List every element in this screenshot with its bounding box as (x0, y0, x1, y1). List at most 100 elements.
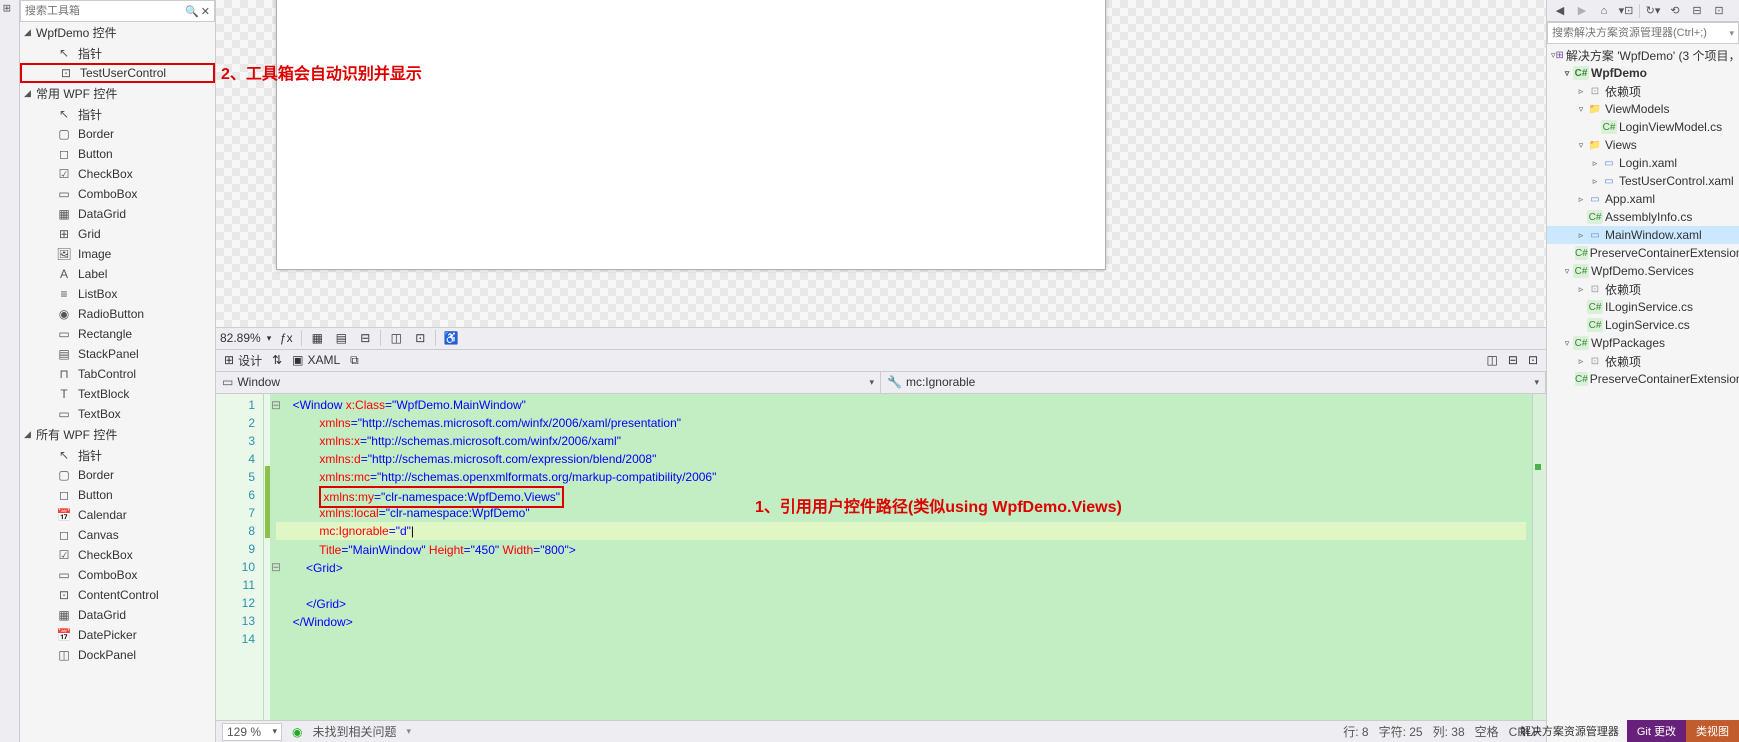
tree-item-loginservice-cs[interactable]: C#LoginService.cs (1547, 316, 1739, 334)
char-indicator[interactable]: 字符: 25 (1379, 723, 1423, 740)
toolbox-search-input[interactable] (25, 5, 185, 17)
git-changes-tab[interactable]: Git 更改 (1627, 720, 1686, 742)
toolbox-item-button[interactable]: ◻Button (20, 485, 215, 505)
toolbox-item-rectangle[interactable]: ▭Rectangle (20, 324, 215, 344)
popout-button[interactable]: ⧉ (350, 353, 359, 368)
grid-icon: ⊞ (56, 226, 72, 242)
tree-item-preservecontainerextension[interactable]: C#PreserveContainerExtension (1547, 370, 1739, 388)
toolbox-group-header[interactable]: ◢WpfDemo 控件 (20, 22, 215, 43)
snap-grid-icon[interactable]: ◫ (387, 329, 405, 347)
toolbox-item-calendar[interactable]: 📅Calendar (20, 505, 215, 525)
solution-search-input[interactable] (1552, 27, 1729, 39)
toolbox-item-checkbox[interactable]: ☑CheckBox (20, 545, 215, 565)
split-h-button[interactable]: ◫ (1487, 353, 1498, 367)
lock-icon[interactable]: ⊡ (411, 329, 429, 347)
toolbox-item-datagrid[interactable]: ▦DataGrid (20, 605, 215, 625)
class-view-tab[interactable]: 类视图 (1686, 720, 1739, 742)
tree-item-loginviewmodel-cs[interactable]: C#LoginViewModel.cs (1547, 118, 1739, 136)
toolbox-item-combobox[interactable]: ▭ComboBox (20, 565, 215, 585)
toolbox-item-canvas[interactable]: ◻Canvas (20, 525, 215, 545)
toolbox-item-指针[interactable]: ↖指针 (20, 104, 215, 124)
show-all-icon[interactable]: ⊡ (1710, 2, 1728, 20)
member-dropdown[interactable]: 🔧 mc:Ignorable ▾ (881, 372, 1546, 393)
toolbox-item-datepicker[interactable]: 📅DatePicker (20, 625, 215, 645)
home-icon[interactable]: ⌂ (1595, 2, 1613, 20)
tree-item-assemblyinfo-cs[interactable]: C#AssemblyInfo.cs (1547, 208, 1739, 226)
toolbox-item-textbox[interactable]: ▭TextBox (20, 404, 215, 424)
scope-dropdown[interactable]: ▭ Window ▾ (216, 372, 881, 393)
issues-text[interactable]: 未找到相关问题 (312, 723, 396, 740)
toolbox-group-header[interactable]: ◢常用 WPF 控件 (20, 83, 215, 104)
toolbox-item-datagrid[interactable]: ▦DataGrid (20, 204, 215, 224)
code-editor[interactable]: 1234567891011121314 ⊟⊟ <Window x:Class="… (216, 394, 1546, 721)
toolbox-item-指针[interactable]: ↖指针 (20, 445, 215, 465)
fwd-icon[interactable]: ▶ (1573, 2, 1591, 20)
toolbox-item-stackpanel[interactable]: ▤StackPanel (20, 344, 215, 364)
split-v-button[interactable]: ⊟ (1508, 353, 1518, 367)
back-icon[interactable]: ◀ (1551, 2, 1569, 20)
snap-icon[interactable]: ▤ (332, 329, 350, 347)
fx-button[interactable]: ƒx (277, 329, 295, 347)
toolbox-item-radiobutton[interactable]: ◉RadioButton (20, 304, 215, 324)
label-icon: A (56, 266, 72, 282)
indent-indicator[interactable]: 空格 (1475, 723, 1499, 740)
solution-search[interactable]: ▾ (1547, 22, 1739, 44)
toolbox-item-label[interactable]: ALabel (20, 264, 215, 284)
swap-panes-button[interactable]: ⇅ (272, 353, 282, 367)
collapse-all-icon[interactable]: ⊟ (1688, 2, 1706, 20)
tree-item--[interactable]: ▹⊡依赖项 (1547, 352, 1739, 370)
toolbox-group-header[interactable]: ◢所有 WPF 控件 (20, 424, 215, 445)
toolbox-item-combobox[interactable]: ▭ComboBox (20, 184, 215, 204)
solution-explorer-tab[interactable]: 解决方案资源管理器 (1512, 723, 1627, 739)
toolbox-item-指针[interactable]: ↖指针 (20, 43, 215, 63)
code-content[interactable]: <Window x:Class="WpfDemo.MainWindow" xml… (270, 394, 1532, 721)
toolbox-item-border[interactable]: ▢Border (20, 124, 215, 144)
solution-root[interactable]: ▿ ⊞ 解决方案 'WpfDemo' (3 个项目，共 (1547, 46, 1739, 64)
tree-item-login-xaml[interactable]: ▹▭Login.xaml (1547, 154, 1739, 172)
toolbox-search[interactable]: 🔍 ✕ (20, 0, 215, 22)
refresh-icon[interactable]: ⟲ (1666, 2, 1684, 20)
annotation-2: 1、引用用户控件路径(类似using WpfDemo.Views) (755, 499, 1122, 517)
tree-item--[interactable]: ▹⊡依赖项 (1547, 280, 1739, 298)
scroll-map[interactable] (1532, 394, 1546, 721)
dropdown-icon[interactable]: ▾ (1729, 28, 1734, 39)
line-indicator[interactable]: 行: 8 (1343, 723, 1368, 740)
tree-item-wpfpackages[interactable]: ▿C#WpfPackages (1547, 334, 1739, 352)
toolbox-item-listbox[interactable]: ≡ListBox (20, 284, 215, 304)
tree-item-preservecontainerextension[interactable]: C#PreserveContainerExtension (1547, 244, 1739, 262)
toolbox-item-border[interactable]: ▢Border (20, 465, 215, 485)
sync-icon[interactable]: ↻▾ (1644, 2, 1662, 20)
tree-item-wpfdemo-services[interactable]: ▿C#WpfDemo.Services (1547, 262, 1739, 280)
zoom-combo[interactable]: 129 %▾ (222, 723, 282, 741)
zoom-value[interactable]: 82.89% (220, 331, 261, 345)
toolbox-item-contentcontrol[interactable]: ⊡ContentControl (20, 585, 215, 605)
col-indicator[interactable]: 列: 38 (1433, 723, 1465, 740)
toolbox-item-image[interactable]: 🖼Image (20, 244, 215, 264)
accessibility-icon[interactable]: ♿ (442, 329, 460, 347)
tree-item-testusercontrol-xaml[interactable]: ▹▭TestUserControl.xaml (1547, 172, 1739, 190)
toolbox-item-dockpanel[interactable]: ◫DockPanel (20, 645, 215, 665)
tree-item-wpfdemo[interactable]: ▿C#WpfDemo (1547, 64, 1739, 82)
tree-item--[interactable]: ▹⊡依赖项 (1547, 82, 1739, 100)
designer-canvas[interactable] (276, 0, 1106, 270)
collapse-button[interactable]: ⊡ (1528, 353, 1538, 367)
tree-item-views[interactable]: ▿📁Views (1547, 136, 1739, 154)
toolbox-item-button[interactable]: ◻Button (20, 144, 215, 164)
designer-surface[interactable]: 2、工具箱会自动识别并显示 (216, 0, 1546, 328)
toolbox-item-tabcontrol[interactable]: ⊓TabControl (20, 364, 215, 384)
chevron-down-icon[interactable]: ▾ (267, 333, 272, 344)
clear-icon[interactable]: ✕ (201, 5, 210, 18)
tree-item-viewmodels[interactable]: ▿📁ViewModels (1547, 100, 1739, 118)
xaml-tab[interactable]: ▣XAML (292, 353, 340, 367)
snapline-icon[interactable]: ⊟ (356, 329, 374, 347)
toolbox-item-testusercontrol[interactable]: ⊡TestUserControl (20, 63, 215, 83)
grid-toggle-icon[interactable]: ▦ (308, 329, 326, 347)
tree-item-app-xaml[interactable]: ▹▭App.xaml (1547, 190, 1739, 208)
toolbox-item-checkbox[interactable]: ☑CheckBox (20, 164, 215, 184)
tree-item-iloginservice-cs[interactable]: C#ILoginService.cs (1547, 298, 1739, 316)
switch-icon[interactable]: ▾⊡ (1617, 2, 1635, 20)
toolbox-item-textblock[interactable]: TTextBlock (20, 384, 215, 404)
toolbox-item-grid[interactable]: ⊞Grid (20, 224, 215, 244)
tree-item-mainwindow-xaml[interactable]: ▹▭MainWindow.xaml (1547, 226, 1739, 244)
design-tab[interactable]: ⊞设计 (224, 352, 262, 369)
